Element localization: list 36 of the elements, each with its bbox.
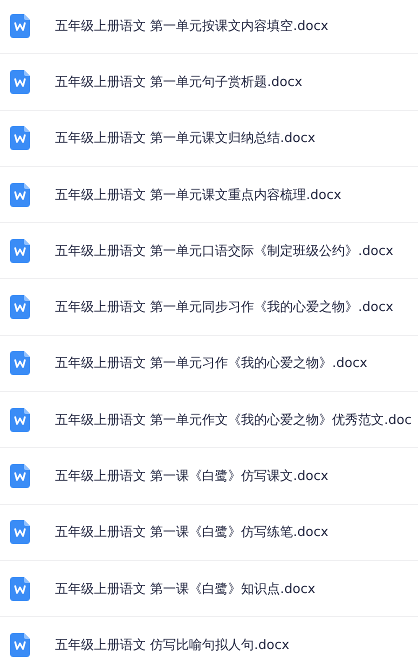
file-row[interactable]: 五年级上册语文 第一单元课文重点内容梳理.docx — [0, 166, 418, 222]
file-row[interactable]: 五年级上册语文 第一单元句子赏析题.docx — [0, 53, 418, 110]
word-file-icon — [10, 351, 30, 376]
file-name: 五年级上册语文 第一单元作文《我的心爱之物》优秀范文.doc — [55, 412, 412, 429]
word-file-icon — [10, 576, 30, 601]
word-file-icon — [10, 295, 30, 320]
word-file-icon — [10, 408, 30, 432]
word-file-icon — [10, 520, 30, 544]
word-file-icon — [10, 464, 30, 488]
file-row[interactable]: 五年级上册语文 第一单元同步习作《我的心爱之物》.docx — [0, 278, 418, 335]
file-row[interactable]: 五年级上册语文 第一单元习作《我的心爱之物》.docx — [0, 334, 418, 392]
file-name: 五年级上册语文 仿写比喻句拟人句.docx — [55, 636, 290, 654]
file-row[interactable]: 五年级上册语文 第一课《白鹭》知识点.docx — [0, 560, 418, 616]
file-name: 五年级上册语文 第一单元课文重点内容梳理.docx — [55, 186, 342, 204]
word-file-icon — [10, 182, 30, 207]
file-name: 五年级上册语文 第一单元同步习作《我的心爱之物》.docx — [55, 299, 394, 316]
file-row[interactable]: 五年级上册语文 第一单元作文《我的心爱之物》优秀范文.doc — [0, 391, 418, 448]
file-name: 五年级上册语文 第一单元句子赏析题.docx — [55, 74, 302, 91]
word-file-icon — [10, 632, 30, 657]
file-name: 五年级上册语文 第一单元按课文内容填空.docx — [55, 18, 328, 35]
file-row[interactable]: 五年级上册语文 第一课《白鹭》仿写练笔.docx — [0, 504, 418, 560]
file-name: 五年级上册语文 第一课《白鹭》仿写课文.docx — [55, 468, 328, 486]
file-name: 五年级上册语文 第一课《白鹭》知识点.docx — [55, 580, 316, 598]
word-file-icon — [10, 126, 30, 150]
file-row[interactable]: 五年级上册语文 第一单元按课文内容填空.docx — [0, 0, 418, 54]
file-name: 五年级上册语文 第一课《白鹭》仿写练笔.docx — [55, 524, 328, 542]
word-file-icon — [10, 70, 30, 94]
file-name: 五年级上册语文 第一单元习作《我的心爱之物》.docx — [55, 355, 368, 372]
file-row[interactable]: 五年级上册语文 第一课《白鹭》仿写课文.docx — [0, 447, 418, 504]
file-row[interactable]: 五年级上册语文 第一单元口语交际《制定班级公约》.docx — [0, 222, 418, 278]
file-row[interactable]: 五年级上册语文 第一单元课文归纳总结.docx — [0, 110, 418, 166]
file-row[interactable]: 五年级上册语文 仿写比喻句拟人句.docx — [0, 616, 418, 664]
word-file-icon — [10, 14, 30, 38]
word-file-icon — [10, 238, 30, 263]
file-name: 五年级上册语文 第一单元课文归纳总结.docx — [55, 130, 316, 148]
file-name: 五年级上册语文 第一单元口语交际《制定班级公约》.docx — [55, 242, 394, 260]
